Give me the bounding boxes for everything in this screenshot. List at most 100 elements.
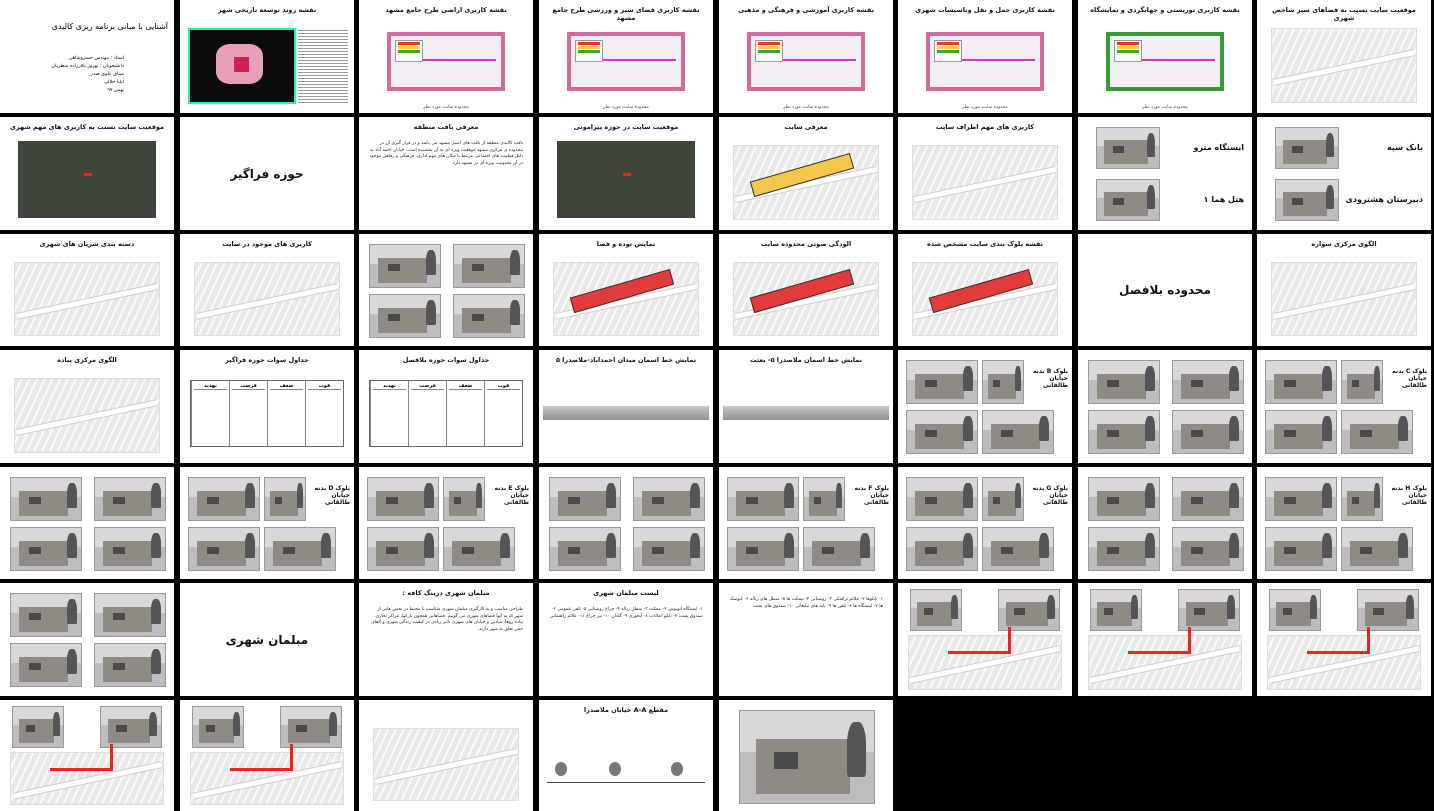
photo-window (206, 496, 220, 505)
photo-tree (424, 533, 434, 559)
slide-body-text: بافت کالبدی منطقه از بافت های اصیل مشهد … (369, 141, 523, 166)
slide-thumbnail[interactable]: محدوده بلافصل (1078, 234, 1252, 346)
slide-thumbnail[interactable]: الودگی صوتی محدوده سایت (719, 234, 893, 346)
slide-thumbnail[interactable]: کاربری های موجود در سایت (180, 234, 354, 346)
slide-sorter-grid: آشنایی با مبانی برنامه ریزی کالبدی استاد … (0, 0, 1434, 811)
photo-building (915, 490, 965, 516)
photo-building (1104, 192, 1148, 216)
slide-thumbnail[interactable] (1078, 467, 1252, 579)
photo (280, 706, 342, 748)
photo (10, 527, 82, 571)
slide-thumbnail[interactable] (719, 700, 893, 811)
slide-thumbnail[interactable]: الگوی مرکزی پیاده (0, 350, 174, 463)
photo-building (736, 540, 786, 566)
photo-tree (1229, 416, 1239, 442)
photo-window (205, 725, 215, 733)
historic-center (233, 57, 250, 72)
ground-line (547, 782, 705, 783)
slide-thumbnail[interactable]: ۱- تابلوها ۲- علائم ترافیکی ۳- روشنایی ۴… (719, 583, 893, 696)
slide-thumbnail[interactable]: بلوک D بدنه خیابان طالقانی (180, 467, 354, 579)
photo (188, 477, 260, 521)
slide-thumbnail[interactable]: کاربری های مهم اطراف سایت (898, 117, 1072, 230)
photo-building (197, 540, 247, 566)
block-caption: بلوک C بدنه خیابان طالقانی (1392, 368, 1427, 389)
photo (10, 593, 82, 637)
slide-thumbnail[interactable]: مبلمان شهری درینگ کافه : طراحی مناسب و به… (359, 583, 533, 696)
photo (453, 294, 525, 338)
slide-title: نقشه بلوک بندی سایت مشخص شده (927, 240, 1043, 248)
slide-thumbnail[interactable]: نقشه کاربری فضای سبز و ورزشی طرح جامع مش… (539, 0, 713, 113)
slide-thumbnail[interactable] (1257, 583, 1431, 696)
photo (910, 589, 962, 631)
slide-thumbnail[interactable]: دسته بندی شریان های شهری (0, 234, 174, 346)
slide-thumbnail[interactable]: جداول سوات حوزه فراگیر تهدید فرصت ضعف قوت (180, 350, 354, 463)
photo-tree (1322, 483, 1332, 509)
slide-thumbnail[interactable] (1078, 350, 1252, 463)
photo-window (1000, 429, 1014, 438)
slide-thumbnail[interactable]: نقشه روند توسعه تاریخی شهر (180, 0, 354, 113)
photo-building (1181, 373, 1231, 399)
photo-window (1359, 429, 1373, 438)
slide-thumbnail[interactable]: نمایش خط اسمان ملاصدرا ۵- بعثت (719, 350, 893, 463)
slide-thumbnail[interactable]: ایستگاه مترو هتل هما ۱ (1078, 117, 1252, 230)
slide-thumbnail[interactable] (0, 467, 174, 579)
photo-tree (1047, 594, 1056, 619)
photo-window (275, 496, 283, 505)
slide-thumbnail[interactable] (0, 700, 174, 811)
photo (1090, 589, 1142, 631)
photo (94, 593, 166, 637)
slide-thumbnail[interactable]: بانک سپه دبیرستان هشترودی (1257, 117, 1431, 230)
photo-building (1186, 602, 1229, 626)
slide-thumbnail[interactable]: نقشه کاربری توریستی و جهانگردی و نمایشگا… (1078, 0, 1252, 113)
slide-thumbnail[interactable]: آشنایی با مبانی برنامه ریزی کالبدی استاد … (0, 0, 174, 113)
slide-thumbnail[interactable]: نقشه بلوک بندی سایت مشخص شده (898, 234, 1072, 346)
slide-thumbnail[interactable]: بلوک G بدنه خیابان طالقانی (898, 467, 1072, 579)
photo (94, 643, 166, 687)
slide-thumbnail[interactable]: بلوک E بدنه خیابان طالقانی (359, 467, 533, 579)
slide-thumbnail[interactable]: موقعیت سایت نسبت به فضاهای سبز شاخص شهری (1257, 0, 1431, 113)
photo-tree (963, 483, 973, 509)
slide-title: جداول سوات حوزه بلافصل (402, 356, 490, 364)
photo (12, 706, 64, 748)
swot-header: قوت (308, 383, 341, 390)
slide-thumbnail[interactable] (180, 700, 354, 811)
slide-thumbnail[interactable]: معرفی سایت (719, 117, 893, 230)
slide-thumbnail[interactable] (359, 234, 533, 346)
slide-thumbnail[interactable]: جداول سوات حوزه بلافصل تهدید فرصت ضعف قوت (359, 350, 533, 463)
swot-header: فرصت (411, 383, 444, 390)
building-label: هتل هما ۱ (1203, 195, 1244, 204)
historic-map (188, 28, 296, 104)
slide-thumbnail[interactable]: معرفی بافت منطقه بافت کالبدی منطقه از باف… (359, 117, 533, 230)
slide-thumbnail[interactable]: حوزه فراگیر (180, 117, 354, 230)
photo (906, 477, 978, 521)
slide-thumbnail[interactable]: مقطع A-A خیابان ملاصدرا (539, 700, 713, 811)
photo-tree (1229, 533, 1239, 559)
slide-thumbnail[interactable]: مبلمان شهری (180, 583, 354, 696)
slide-thumbnail[interactable] (1078, 583, 1252, 696)
slide-thumbnail[interactable]: الگوی مرکزی سواره (1257, 234, 1431, 346)
photo-window (1112, 198, 1124, 206)
photo-tree (963, 366, 973, 392)
slide-thumbnail[interactable]: بلوک B بدنه خیابان طالقانی (898, 350, 1072, 463)
slide-thumbnail[interactable]: بلوک C بدنه خیابان طالقانی (1257, 350, 1431, 463)
photo-building (19, 656, 69, 682)
photo-window (567, 546, 581, 555)
slide-thumbnail[interactable]: لیست مبلمان شهری ۱- ایستگاه اتوبوس ۲- نیم… (539, 583, 713, 696)
slide-thumbnail[interactable] (898, 583, 1072, 696)
slide-thumbnail[interactable]: نمایش توده و فضا (539, 234, 713, 346)
slide-thumbnail[interactable]: نقشه کاربری اراضی طرح جامع مشهد محدوده سا… (359, 0, 533, 113)
slide-thumbnail[interactable]: بلوک H بدنه خیابان طالقانی (1257, 467, 1431, 579)
photo (1265, 410, 1337, 454)
slide-thumbnail[interactable]: بلوک F بدنه خیابان طالقانی (719, 467, 893, 579)
slide-thumbnail[interactable]: نقشه کاربری حمل و نقل وتاسیسات شهری محدود… (898, 0, 1072, 113)
slide-thumbnail[interactable]: نمایش خط اسمان میدان احمداباد-ملاصدرا ۵ (539, 350, 713, 463)
slide-title: لیست مبلمان شهری (593, 589, 659, 597)
slide-thumbnail[interactable] (0, 583, 174, 696)
slide-thumbnail[interactable]: نقشه کاربری آموزشی و فرهنگی و مذهبی محدود… (719, 0, 893, 113)
photo-building (448, 490, 477, 516)
slide-thumbnail[interactable]: موقعیت سایت نسبت به کاربری های مهم شهری (0, 117, 174, 230)
slide-thumbnail[interactable] (359, 700, 533, 811)
slide-thumbnail[interactable] (539, 467, 713, 579)
slide-thumbnail[interactable]: موقعیت سایت در حوزه پیرامونی (539, 117, 713, 230)
photo-tree (1374, 483, 1380, 509)
